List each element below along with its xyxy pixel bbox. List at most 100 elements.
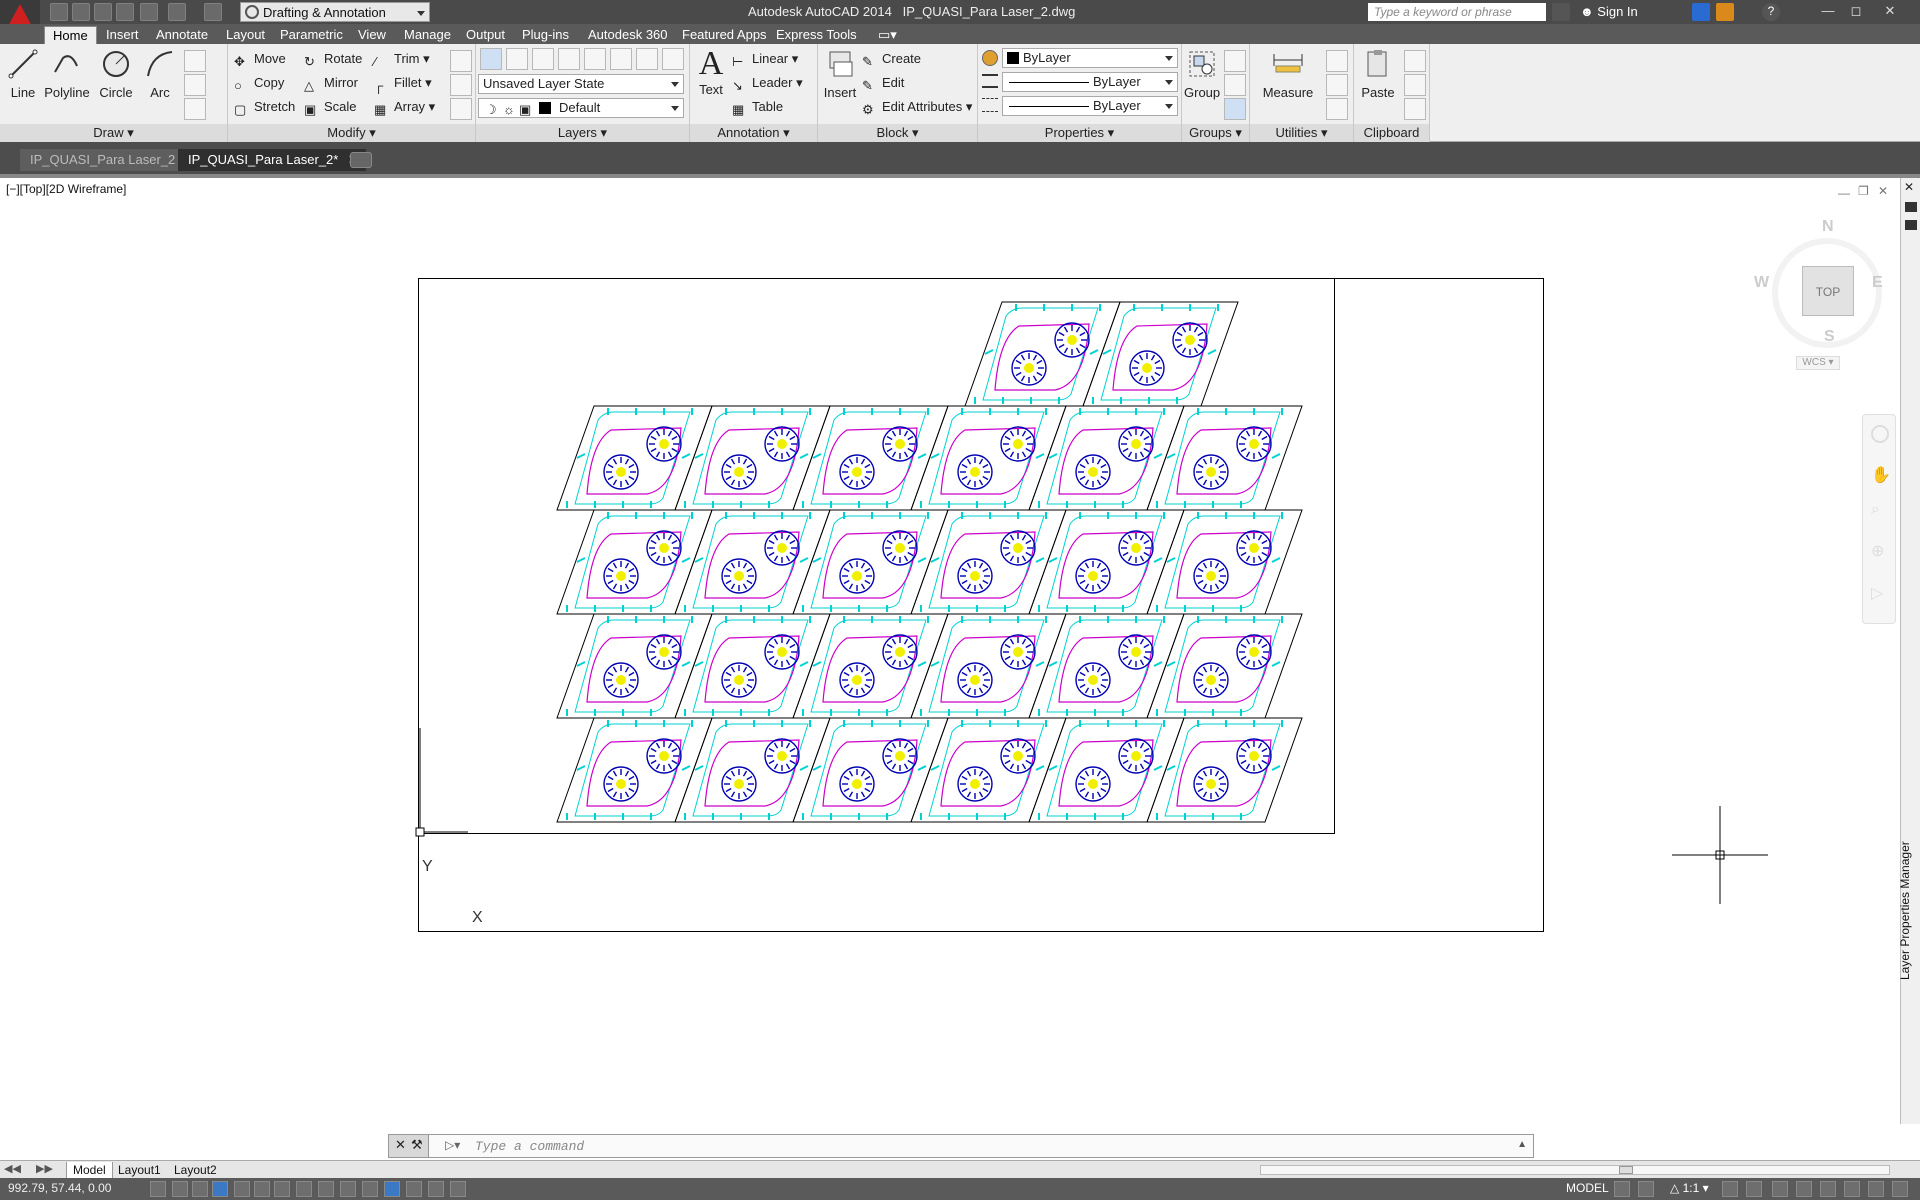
tab-express-tools[interactable]: Express Tools [768, 26, 865, 44]
ribbon-options-icon[interactable]: ▭▾ [870, 26, 905, 44]
isolate-objects-icon[interactable] [1844, 1181, 1860, 1197]
transparency-icon[interactable] [384, 1181, 400, 1197]
scrollbar-thumb[interactable] [1619, 1166, 1633, 1174]
layer-properties-icon[interactable] [480, 48, 502, 70]
color-wheel-icon[interactable] [982, 50, 998, 66]
quick-properties-icon[interactable] [406, 1181, 422, 1197]
hatch-icon[interactable] [184, 98, 206, 120]
copy-clip-icon[interactable] [1404, 74, 1426, 96]
object-snap-tracking-icon[interactable] [296, 1181, 312, 1197]
modify-panel-title[interactable]: Modify ▾ [228, 124, 475, 142]
horizontal-scrollbar[interactable] [1260, 1165, 1890, 1175]
text-button[interactable]: A Text [694, 47, 728, 98]
layer-isolate-icon[interactable] [558, 48, 580, 70]
lineweight-icon[interactable] [982, 74, 998, 88]
explode-icon[interactable] [450, 74, 472, 96]
layer-match-icon[interactable] [506, 48, 528, 70]
binoculars-icon[interactable] [1552, 3, 1570, 21]
viewcube-top-face[interactable]: TOP [1802, 266, 1854, 316]
create-block-button[interactable]: ✎ Create [862, 48, 921, 70]
layout-nav-first-icon[interactable]: ◀◀ [4, 1162, 21, 1175]
application-status-menu-icon[interactable] [1868, 1181, 1884, 1197]
workspace-dropdown[interactable]: Drafting & Annotation [240, 2, 430, 22]
group-selection-icon[interactable] [1224, 98, 1246, 120]
layer-lock-icon[interactable] [662, 48, 684, 70]
autodesk360-icon[interactable] [1716, 3, 1734, 21]
command-line[interactable]: ✕ ⚒ ▷▾ Type a command ▲ [388, 1134, 1534, 1158]
lineweight-dropdown[interactable]: ByLayer [1002, 72, 1178, 92]
edit-block-button[interactable]: ✎ Edit [862, 72, 904, 94]
layer-dropdown[interactable]: ☽ ☼ ▣ Default [478, 98, 684, 118]
measure-button[interactable]: Measure [1258, 48, 1318, 100]
orbit-icon[interactable]: ⊕ [1871, 541, 1889, 560]
utilities-panel-title[interactable]: Utilities ▾ [1250, 124, 1353, 142]
group-edit-icon[interactable] [1224, 74, 1246, 96]
fillet-button[interactable]: ┌ Fillet ▾ [374, 72, 432, 94]
polar-tracking-icon[interactable] [234, 1181, 250, 1197]
tab-model[interactable]: Model [66, 1162, 113, 1179]
circle-button[interactable]: Circle [96, 48, 136, 100]
clean-screen-icon[interactable] [1892, 1181, 1908, 1197]
grid-display-icon[interactable] [192, 1181, 208, 1197]
file-tab[interactable]: IP_QUASI_Para Laser_2 [20, 149, 186, 171]
tab-autodesk360[interactable]: Autodesk 360 [580, 26, 676, 44]
auto-scale-icon[interactable] [1746, 1181, 1762, 1197]
annotation-visibility-icon[interactable] [1722, 1181, 1738, 1197]
sign-in-button[interactable]: ☻ Sign In [1580, 4, 1638, 19]
tab-layout2[interactable]: Layout2 [168, 1162, 223, 1178]
offset-icon[interactable] [450, 98, 472, 120]
annotation-scale[interactable]: △ 1:1 ▾ [1670, 1181, 1709, 1195]
cut-icon[interactable] [1404, 50, 1426, 72]
close-icon[interactable]: ✕ [395, 1137, 406, 1153]
copy-button[interactable]: ○ Copy [234, 72, 284, 94]
trim-button[interactable]: ∕ Trim ▾ [374, 48, 430, 70]
minimize-icon[interactable]: — [1820, 3, 1836, 19]
dynamic-ucs-icon[interactable] [318, 1181, 334, 1197]
redo-icon[interactable] [204, 3, 222, 21]
wcs-menu[interactable]: WCS ▾ [1796, 356, 1840, 370]
tab-manage[interactable]: Manage [396, 26, 459, 44]
palette-autohide-icon[interactable] [1905, 202, 1917, 212]
infer-constraints-icon[interactable] [150, 1181, 166, 1197]
file-tab-active[interactable]: IP_QUASI_Para Laser_2* ✕ [178, 149, 367, 171]
palette-close-icon[interactable]: ✕ [1904, 180, 1914, 194]
maximize-icon[interactable]: ◻ [1848, 3, 1864, 19]
command-input[interactable]: Type a command [475, 1139, 584, 1154]
open-file-icon[interactable] [72, 3, 90, 21]
annotation-panel-title[interactable]: Annotation ▾ [690, 124, 817, 142]
showmotion-icon[interactable]: ▷ [1871, 583, 1889, 602]
command-history-icon[interactable]: ▷▾ [445, 1138, 460, 1152]
layer-previous-icon[interactable] [532, 48, 554, 70]
rectangle-icon[interactable] [184, 50, 206, 72]
new-tab-icon[interactable] [350, 152, 372, 168]
tab-view[interactable]: View [350, 26, 394, 44]
tab-annotate[interactable]: Annotate [148, 26, 216, 44]
arc-button[interactable]: Arc [142, 48, 178, 100]
lineweight-display-icon[interactable] [362, 1181, 378, 1197]
viewcube[interactable]: TOP N S E W WCS ▾ [1746, 212, 1906, 372]
model-space-toggle[interactable]: MODEL [1566, 1181, 1609, 1195]
layer-state-dropdown[interactable]: Unsaved Layer State [478, 74, 684, 94]
mirror-button[interactable]: △ Mirror [304, 72, 358, 94]
save-as-icon[interactable] [116, 3, 134, 21]
edit-attributes-button[interactable]: ⚙ Edit Attributes ▾ [862, 96, 972, 118]
help-icon[interactable]: ? [1762, 3, 1780, 21]
tab-layout[interactable]: Layout [218, 26, 273, 44]
linetype-icon[interactable] [982, 98, 998, 112]
dynamic-input-icon[interactable] [340, 1181, 356, 1197]
compass-west[interactable]: W [1754, 274, 1769, 292]
color-dropdown[interactable]: ByLayer [1002, 48, 1178, 68]
snap-mode-icon[interactable] [172, 1181, 188, 1197]
match-properties-icon[interactable] [1404, 98, 1426, 120]
ungroup-icon[interactable] [1224, 50, 1246, 72]
tab-parametric[interactable]: Parametric [272, 26, 351, 44]
undo-icon[interactable] [168, 3, 186, 21]
tab-layout1[interactable]: Layout1 [112, 1162, 167, 1178]
steering-wheel-icon[interactable] [1871, 425, 1889, 443]
zoom-extents-icon[interactable]: ⌕ [1871, 501, 1889, 519]
select-all-icon[interactable] [1326, 74, 1348, 96]
chevron-up-icon[interactable]: ▲ [1517, 1139, 1527, 1150]
layers-panel-title[interactable]: Layers ▾ [476, 124, 689, 142]
exchange-icon[interactable] [1692, 3, 1710, 21]
linear-button[interactable]: ⊢ Linear ▾ [732, 48, 798, 70]
